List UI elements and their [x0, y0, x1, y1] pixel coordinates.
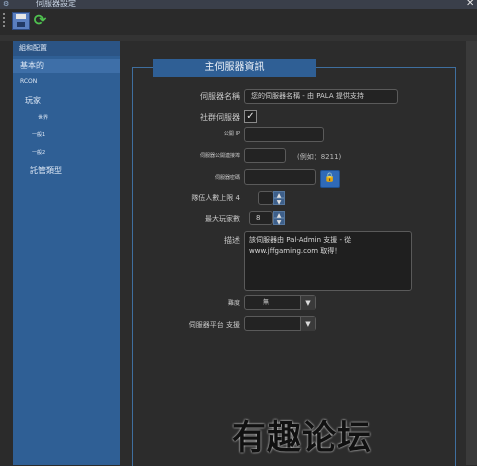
community-checkbox[interactable]: ✓: [244, 110, 257, 123]
server-name-label: 伺服器名稱: [200, 92, 240, 101]
window-title: 伺服器設定: [36, 0, 76, 8]
watermark: 有趣论坛: [232, 418, 372, 458]
platform-label: 伺服器平台 支援: [188, 321, 240, 329]
lock-button[interactable]: 🔒: [320, 170, 340, 188]
sidebar-item-hosting-type[interactable]: 託管類型: [30, 165, 62, 176]
party-max-label: 隊伍人數上限 4: [191, 194, 240, 202]
sidebar-item-world[interactable]: 世界: [38, 114, 48, 121]
max-players-up[interactable]: ▲: [273, 211, 285, 219]
refresh-button[interactable]: ⟳: [31, 11, 49, 29]
sidebar-item-players[interactable]: 玩家: [25, 95, 41, 106]
difficulty-label: 難度: [227, 300, 240, 307]
platform-dropdown-arrow[interactable]: ▼: [300, 317, 315, 331]
save-button[interactable]: [12, 12, 30, 30]
public-ip-label: 公開 IP: [223, 131, 240, 137]
difficulty-dropdown-arrow[interactable]: ▼: [300, 296, 315, 310]
lock-icon: 🔒: [324, 173, 336, 183]
public-ip-input[interactable]: [244, 127, 324, 142]
password-label: 伺服器密碼: [214, 175, 240, 181]
sidebar-item-general2[interactable]: 一般2: [32, 149, 45, 156]
password-input[interactable]: [244, 169, 316, 185]
sidebar-item-label: 基本的: [20, 61, 44, 70]
community-label: 社群伺服器: [200, 113, 240, 122]
sidebar-header-label: 組和配置: [19, 44, 47, 52]
toolbar-grip[interactable]: [3, 13, 8, 27]
max-players-input[interactable]: 8: [249, 211, 273, 225]
party-max-down[interactable]: ▼: [273, 198, 285, 206]
group-title: 主伺服器資訊: [153, 59, 316, 77]
app-gear-icon: ⚙: [3, 0, 10, 8]
max-players-down[interactable]: ▼: [273, 218, 285, 226]
server-name-input[interactable]: 您的伺服器名稱 - 由 PALA 提供支持: [244, 89, 398, 104]
sidebar-item-basic[interactable]: 基本的: [13, 59, 120, 73]
public-port-hint: (例如：8211): [297, 153, 342, 161]
public-port-label: 伺服器公開連接埠: [199, 153, 240, 159]
description-input[interactable]: 該伺服器由 Pal-Admin 支援 - 從 www.jffgaming.com…: [244, 231, 412, 291]
save-icon: [16, 14, 26, 19]
toolbar: [0, 9, 477, 36]
title-bar: ⚙ 伺服器設定 ✕: [0, 0, 477, 9]
party-max-up[interactable]: ▲: [273, 191, 285, 199]
sidebar-item-general1[interactable]: 一般1: [32, 131, 45, 138]
description-label: 描述: [224, 236, 240, 245]
scrollbar[interactable]: [466, 41, 477, 465]
refresh-icon: ⟳: [33, 11, 47, 29]
sidebar-header: 組和配置: [13, 41, 120, 56]
party-max-input[interactable]: [258, 191, 274, 205]
public-port-input[interactable]: [244, 148, 286, 163]
max-players-label: 最大玩家數: [205, 215, 240, 223]
close-button[interactable]: ✕: [466, 0, 474, 9]
sidebar-item-rcon[interactable]: RCON: [20, 78, 37, 85]
